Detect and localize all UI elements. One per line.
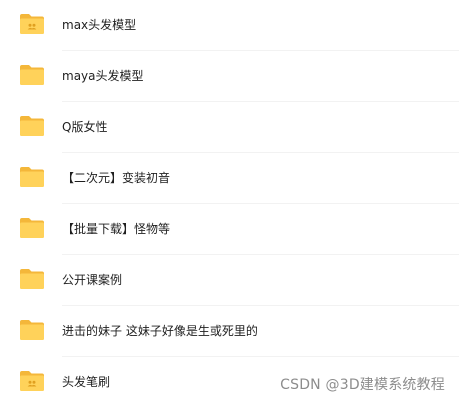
folder-icon (19, 217, 45, 239)
folder-icon (19, 115, 45, 137)
file-row[interactable]: 进击的妹子 这妹子好像是生或死里的 (0, 306, 459, 357)
file-row[interactable]: maya头发模型 (0, 51, 459, 102)
file-row[interactable]: max头发模型 (0, 0, 459, 51)
file-name: 【批量下载】怪物等 (62, 222, 171, 236)
file-name: 头发笔刷 (62, 375, 111, 389)
folder-icon (19, 166, 45, 188)
file-name: maya头发模型 (62, 69, 144, 83)
file-row[interactable]: Q版女性 (0, 102, 459, 153)
file-name: 进击的妹子 这妹子好像是生或死里的 (62, 324, 258, 338)
watermark: CSDN @3D建模系统教程 (280, 377, 445, 393)
file-name: max头发模型 (62, 18, 137, 32)
shared-folder-icon (19, 370, 45, 392)
file-row[interactable]: 【批量下载】怪物等 (0, 204, 459, 255)
file-name: Q版女性 (62, 120, 108, 134)
folder-icon (19, 64, 45, 86)
file-name: 【二次元】变装初音 (62, 171, 171, 185)
file-row[interactable]: 公开课案例 (0, 255, 459, 306)
file-list: max头发模型 maya头发模型 Q版女性 【二次元】变装初音 【批量下载】怪物… (0, 0, 459, 408)
file-row[interactable]: 【二次元】变装初音 (0, 153, 459, 204)
folder-icon (19, 268, 45, 290)
folder-icon (19, 319, 45, 341)
file-name: 公开课案例 (62, 273, 123, 287)
shared-folder-icon (19, 13, 45, 35)
